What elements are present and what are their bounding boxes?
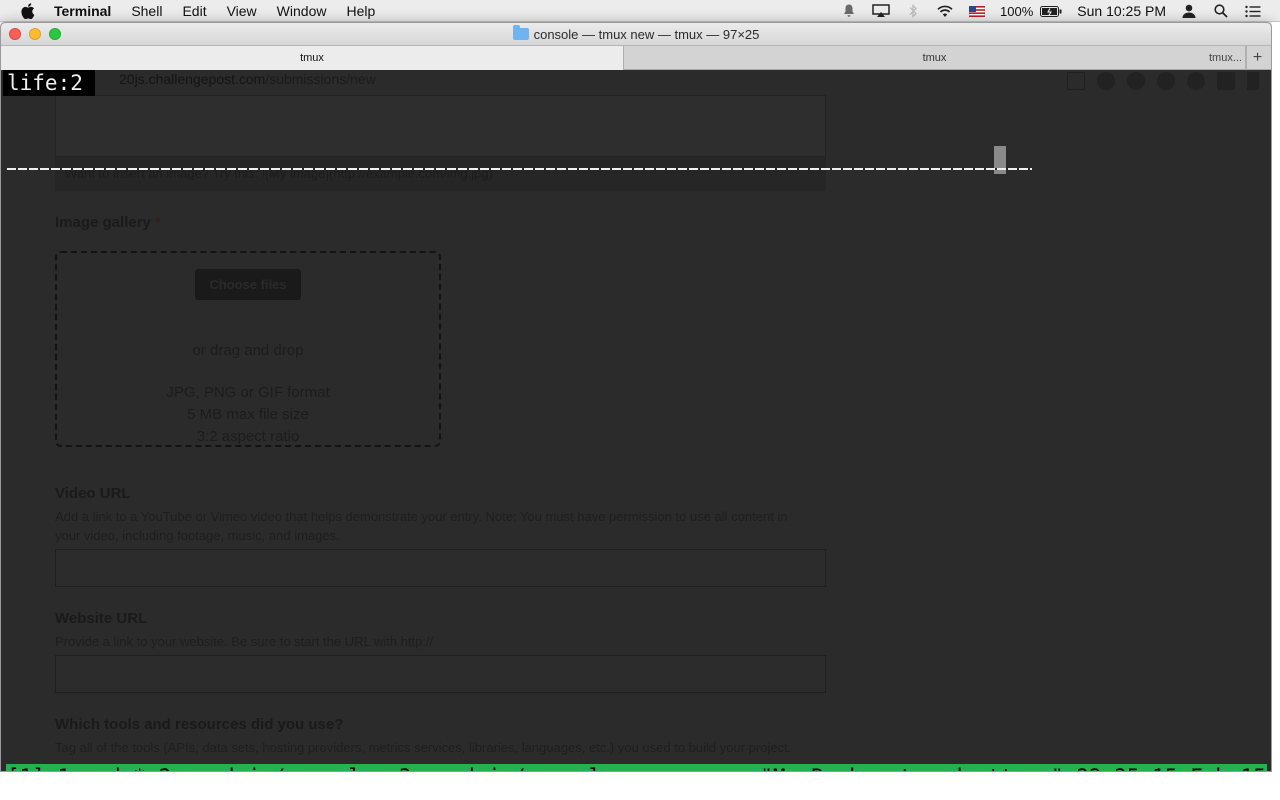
title-bar[interactable]: console — tmux new — tmux — 97×25 — [1, 23, 1271, 46]
list-icon[interactable] — [1244, 4, 1262, 18]
clock[interactable]: Sun 10:25 PM — [1077, 3, 1166, 19]
ghost-video-label: Video URL — [55, 485, 131, 502]
ghost-tools-help: Tag all of the tools (APIs, data sets, h… — [55, 740, 792, 755]
cast-icon — [1217, 72, 1235, 90]
airplay-icon[interactable] — [872, 4, 890, 18]
ghost-website-input — [55, 655, 826, 693]
ghost-tools-label: Which tools and resources did you use? — [55, 716, 344, 733]
terminal-content[interactable]: 20js.challengepost.com/submissions/new W… — [1, 70, 1271, 771]
extension-icon — [1157, 72, 1175, 90]
menu-view[interactable]: View — [227, 3, 257, 19]
user-icon[interactable] — [1180, 4, 1198, 18]
menu-edit[interactable]: Edit — [182, 3, 206, 19]
ghost-choose-files: Choose files — [195, 269, 301, 300]
ghost-gallery-label-text: Image gallery — [55, 214, 151, 231]
ghost-max-size: 5 MB max file size — [187, 406, 309, 423]
flag-icon[interactable] — [968, 4, 986, 18]
zoom-button[interactable] — [49, 28, 61, 40]
menu-icon — [1247, 72, 1259, 90]
close-button[interactable] — [9, 28, 21, 40]
ghost-gallery-label: Image gallery * — [55, 214, 161, 231]
ghost-formats: JPG, PNG or GIF format — [166, 384, 330, 401]
apple-logo-icon[interactable] — [18, 1, 38, 21]
menu-window[interactable]: Window — [277, 3, 327, 19]
ghost-textarea — [55, 95, 826, 157]
bluetooth-icon[interactable] — [904, 4, 922, 18]
tmux-status-right: "MacBookmastered.att.ne" 22:25 15-Feb-15 — [760, 764, 1266, 771]
new-tab-button[interactable]: + — [1246, 46, 1268, 70]
battery-icon[interactable] — [1039, 4, 1063, 18]
desktop-background — [1272, 22, 1280, 800]
required-marker: * — [155, 214, 161, 231]
ghost-aspect: 3:2 aspect ratio — [196, 428, 300, 445]
plus-icon: + — [1252, 49, 1263, 66]
minimize-button[interactable] — [29, 28, 41, 40]
tab-label: tmux — [922, 52, 947, 64]
tab-tmux-2[interactable]: tmux tmux... — [624, 46, 1246, 70]
tab-label: tmux — [300, 52, 324, 64]
star-icon — [1067, 72, 1085, 90]
tab-bar: tmux tmux tmux... + — [1, 46, 1271, 70]
folder-icon — [512, 25, 529, 40]
ghost-website-help: Provide a link to your website. Be sure … — [55, 634, 434, 649]
terminal-window: console — tmux new — tmux — 97×25 tmux t… — [0, 22, 1272, 772]
notification-icon[interactable] — [840, 4, 858, 18]
tmux-window-list[interactable]: [1] 1:node* 2:..odejs/console- 3:..odejs… — [7, 764, 614, 771]
wifi-icon[interactable] — [936, 4, 954, 18]
ghost-url-host: 20js.challengepost.com — [119, 71, 266, 87]
ghost-video-help-line: Add a link to a YouTube or Vimeo video t… — [55, 509, 788, 524]
desktop-background — [0, 772, 1280, 800]
pane-divider — [7, 168, 1032, 170]
tmux-status-bar: [1] 1:node* 2:..odejs/console- 3:..odejs… — [6, 764, 1267, 771]
battery-percent: 100% — [1000, 3, 1034, 19]
menu-bar: Terminal Shell Edit View Window Help 100… — [0, 0, 1280, 22]
extension-icon — [1097, 72, 1115, 90]
ghost-video-help: Add a link to a YouTube or Vimeo video t… — [55, 507, 835, 545]
window-title: console — tmux new — tmux — 97×25 — [533, 26, 760, 42]
ghost-browser-toolbar-icons — [1067, 70, 1271, 92]
ghost-url-path: /submissions/new — [265, 71, 376, 87]
ghost-drag-drop: or drag and drop — [192, 342, 304, 359]
ghost-video-help-line: your video, including footage, music, an… — [55, 528, 340, 543]
tab-tmux-1[interactable]: tmux — [1, 46, 624, 70]
ghost-video-input — [55, 549, 826, 587]
extension-icon — [1127, 72, 1145, 90]
menu-help[interactable]: Help — [346, 3, 375, 19]
app-menu-terminal[interactable]: Terminal — [54, 3, 111, 19]
ghost-website-label: Website URL — [55, 610, 148, 627]
ghost-hint: Want to insert an image? Try this: ![My … — [55, 157, 826, 191]
extension-icon — [1187, 72, 1205, 90]
search-icon[interactable] — [1212, 4, 1230, 18]
ghost-url: 20js.challengepost.com/submissions/new — [119, 70, 376, 88]
tab-label: tmux... — [1208, 52, 1242, 64]
menu-shell[interactable]: Shell — [131, 3, 162, 19]
pane-title: life:2 — [3, 70, 95, 96]
